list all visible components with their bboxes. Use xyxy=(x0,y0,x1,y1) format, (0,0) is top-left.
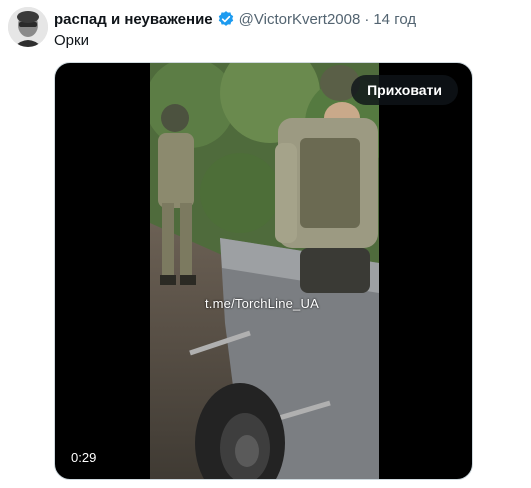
author-handle[interactable]: @VictorKvert2008 xyxy=(239,11,361,28)
verified-badge-icon xyxy=(217,10,235,28)
video-duration: 0:29 xyxy=(71,450,97,465)
separator-dot: · xyxy=(364,10,370,28)
tweet-text: Орки xyxy=(54,32,89,49)
video-frame[interactable]: t.me/TorchLine_UA xyxy=(150,63,379,479)
tweet-header: распад и неуважение @VictorKvert2008 · 1… xyxy=(54,9,531,29)
timestamp[interactable]: 14 год xyxy=(373,11,416,28)
video-watermark: t.me/TorchLine_UA xyxy=(205,296,319,311)
author-name[interactable]: распад и неуважение xyxy=(54,11,213,28)
avatar-image xyxy=(8,7,48,47)
video-player[interactable]: t.me/TorchLine_UA Приховати 0:29 xyxy=(54,62,473,480)
video-still xyxy=(150,63,379,479)
hide-media-button[interactable]: Приховати xyxy=(351,75,458,105)
avatar[interactable] xyxy=(8,7,48,47)
